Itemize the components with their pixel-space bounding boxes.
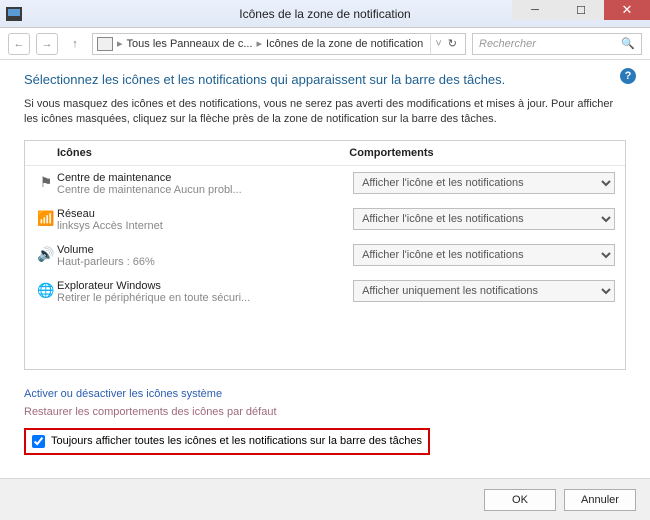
row-subtitle: Retirer le périphérique en toute sécuri.…: [57, 292, 257, 304]
breadcrumb-root[interactable]: Tous les Panneaux de c...: [127, 38, 253, 50]
row-subtitle: linksys Accès Internet: [57, 220, 257, 232]
row-text: Centre de maintenanceCentre de maintenan…: [57, 172, 353, 196]
row-text: Réseaulinksys Accès Internet: [57, 208, 353, 232]
row-behavior: Afficher l'icône et les notifications: [353, 172, 615, 194]
always-show-checkbox[interactable]: [32, 435, 45, 448]
row-text: Explorateur WindowsRetirer le périphériq…: [57, 280, 353, 304]
column-behaviors: Comportements: [349, 147, 615, 159]
refresh-icon: ↻: [448, 37, 457, 50]
behavior-select[interactable]: Afficher l'icône et les notifications: [353, 172, 615, 194]
help-icon[interactable]: ?: [620, 68, 636, 84]
back-button[interactable]: ←: [8, 33, 30, 55]
table-row: 🌐Explorateur WindowsRetirer le périphéri…: [25, 274, 625, 310]
up-button[interactable]: ↑: [64, 33, 86, 55]
page-description: Si vous masquez des icônes et des notifi…: [24, 97, 626, 128]
row-name: Centre de maintenance: [57, 172, 345, 184]
cancel-button[interactable]: Annuler: [564, 489, 636, 511]
row-name: Réseau: [57, 208, 345, 220]
row-subtitle: Centre de maintenance Aucun probl...: [57, 184, 257, 196]
forward-button[interactable]: →: [36, 33, 58, 55]
chevron-icon: ▸: [117, 37, 123, 50]
restore-defaults-link[interactable]: Restaurer les comportements des icônes p…: [24, 406, 626, 418]
breadcrumb-current[interactable]: Icônes de la zone de notification: [266, 38, 423, 50]
links-section: Activer ou désactiver les icônes système…: [24, 388, 626, 455]
table-row: 📶Réseaulinksys Accès InternetAfficher l'…: [25, 202, 625, 238]
table-row: 🔊VolumeHaut-parleurs : 66%Afficher l'icô…: [25, 238, 625, 274]
row-icon: 🔊: [35, 244, 57, 263]
row-icon: 🌐: [35, 280, 57, 299]
row-behavior: Afficher l'icône et les notifications: [353, 208, 615, 230]
refresh-button[interactable]: ˅ ↻: [430, 34, 461, 54]
row-icon: ⚑: [35, 172, 57, 191]
window-controls: ─ ☐ ✕: [512, 0, 650, 20]
row-subtitle: Haut-parleurs : 66%: [57, 256, 257, 268]
table-row: ⚑Centre de maintenanceCentre de maintena…: [25, 166, 625, 202]
behavior-select[interactable]: Afficher uniquement les notifications: [353, 280, 615, 302]
minimize-button[interactable]: ─: [512, 0, 558, 20]
nav-bar: ← → ↑ ▸ Tous les Panneaux de c... ▸ Icôn…: [0, 28, 650, 60]
title-bar: Icônes de la zone de notification ─ ☐ ✕: [0, 0, 650, 28]
search-icon: 🔍: [621, 37, 635, 50]
close-button[interactable]: ✕: [604, 0, 650, 20]
behavior-select[interactable]: Afficher l'icône et les notifications: [353, 244, 615, 266]
row-behavior: Afficher l'icône et les notifications: [353, 244, 615, 266]
content-area: ? Sélectionnez les icônes et les notific…: [0, 60, 650, 455]
address-bar[interactable]: ▸ Tous les Panneaux de c... ▸ Icônes de …: [92, 33, 466, 55]
search-input[interactable]: Rechercher 🔍: [472, 33, 642, 55]
table-header: Icônes Comportements: [25, 141, 625, 166]
system-icons-link[interactable]: Activer ou désactiver les icônes système: [24, 388, 626, 400]
search-placeholder: Rechercher: [479, 38, 536, 50]
always-show-label: Toujours afficher toutes les icônes et l…: [51, 435, 422, 447]
row-behavior: Afficher uniquement les notifications: [353, 280, 615, 302]
page-heading: Sélectionnez les icônes et les notificat…: [24, 72, 626, 87]
chevron-icon: ▸: [257, 37, 263, 50]
behavior-select[interactable]: Afficher l'icône et les notifications: [353, 208, 615, 230]
column-icons: Icônes: [57, 147, 349, 159]
icons-table: Icônes Comportements ⚑Centre de maintena…: [24, 140, 626, 370]
chevron-down-icon: ˅: [435, 38, 441, 50]
ok-button[interactable]: OK: [484, 489, 556, 511]
always-show-checkbox-row[interactable]: Toujours afficher toutes les icônes et l…: [24, 428, 430, 455]
row-text: VolumeHaut-parleurs : 66%: [57, 244, 353, 268]
folder-icon: [97, 37, 113, 51]
row-icon: 📶: [35, 208, 57, 227]
row-name: Explorateur Windows: [57, 280, 345, 292]
button-bar: OK Annuler: [0, 478, 650, 520]
row-name: Volume: [57, 244, 345, 256]
maximize-button[interactable]: ☐: [558, 0, 604, 20]
